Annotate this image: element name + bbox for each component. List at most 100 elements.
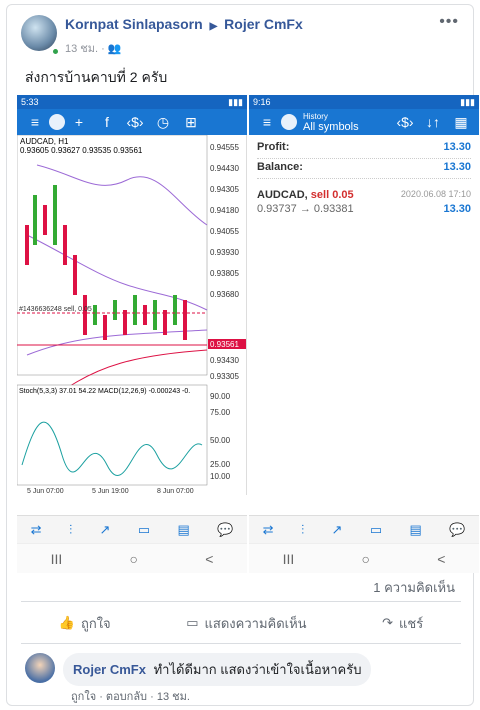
quotes-icon: ⇄: [30, 521, 42, 537]
history-icon: ▭: [137, 521, 151, 537]
trade-arrow-icon: ↗: [331, 521, 343, 537]
profit-row: Profit: 13.30: [257, 141, 471, 159]
like-label: ถูกใจ: [80, 615, 111, 631]
more-options-icon[interactable]: •••: [439, 13, 459, 31]
comment-like-link[interactable]: ถูกใจ: [71, 691, 96, 703]
recents-icon: III: [282, 550, 295, 567]
price-tick: 0.94555: [210, 143, 239, 152]
price-tick: 0.93805: [210, 269, 239, 278]
author-name[interactable]: Kornpat Sinlapasorn: [65, 16, 203, 32]
comment-button[interactable]: ▭ แสดงความคิดเห็น: [186, 613, 306, 634]
comment-bubble: Rojer CmFx ทำได้ดีมาก แสดงว่าเข้าใจเนื้อ…: [63, 653, 372, 686]
post-time[interactable]: 13 ชม. ·: [65, 43, 108, 55]
trade-arrow-icon: ↗: [99, 521, 111, 537]
price-chart: AUDCAD, H1 0.93605 0.93627 0.93535 0.935…: [16, 134, 247, 495]
sort-icon: ↓↑: [426, 114, 440, 130]
trade-item: AUDCAD, sell 0.05 2020.06.08 17:10 0.937…: [257, 189, 471, 215]
like-button[interactable]: 👍 ถูกใจ: [59, 613, 111, 634]
speech-bubble-icon: ▭: [186, 615, 199, 630]
share-arrow-icon: ↷: [382, 615, 394, 630]
bottom-navbar: ⇄ ⫶ ↗ ▭ ▤ 💬: [17, 515, 247, 543]
back-icon: <: [205, 550, 214, 567]
comment-links: ถูกใจ · ตอบกลับ · 13 ชม.: [71, 691, 190, 703]
share-button[interactable]: ↷ แชร์: [382, 613, 423, 634]
trade-prices: 0.93737 → 0.93381: [257, 203, 354, 215]
calendar-icon: ▦: [454, 113, 468, 130]
status-time: 9:16: [253, 97, 271, 107]
price-tick: 0.94055: [210, 227, 239, 236]
post-meta: 13 ชม. · 👥: [65, 39, 303, 57]
osc-tick: 90.00: [210, 392, 231, 401]
divider: [21, 643, 461, 644]
recents-icon: III: [50, 550, 63, 567]
comment: Rojer CmFx ทำได้ดีมาก แสดงว่าเข้าใจเนื้อ…: [25, 653, 372, 686]
author-avatar[interactable]: [21, 15, 57, 51]
post-header: Kornpat Sinlapasorn ▶ Rojer CmFx 13 ชม. …: [21, 15, 303, 57]
comment-count[interactable]: 1 ความคิดเห็น: [373, 577, 455, 598]
chart-toolbar: ≡ + f ‹$› ◷ ⊞: [17, 109, 247, 135]
trade-symbol: AUDCAD,: [257, 189, 308, 201]
home-icon: ○: [129, 550, 138, 567]
indicator-icon: f: [105, 114, 109, 130]
add-icon: ⊞: [185, 113, 197, 130]
arrow-right-icon: ▶: [209, 21, 218, 32]
history-toolbar: ≡ History All symbols ‹$› ↓↑ ▦: [249, 109, 479, 135]
chart-svg: AUDCAD, H1 0.93605 0.93627 0.93535 0.935…: [16, 134, 246, 495]
osc-tick: 50.00: [210, 436, 231, 445]
crosshair-icon: +: [74, 114, 84, 130]
oscillator-label: Stoch(5,3,3) 37.01 54.22 MACD(12,26,9) -…: [19, 388, 190, 395]
history-icon: ▭: [369, 521, 383, 537]
timeframe-icon: ◷: [156, 113, 170, 130]
profit-value: 13.30: [443, 141, 471, 153]
price-tick: 0.93930: [210, 248, 239, 257]
friends-icon: 👥: [107, 43, 122, 55]
profit-label: Profit:: [257, 141, 290, 153]
price-tick: 0.93680: [210, 290, 239, 299]
history-title: All symbols: [303, 121, 359, 133]
quotes-icon: ⇄: [262, 521, 274, 537]
trade-side: sell 0.05: [310, 189, 354, 201]
news-icon: ▤: [177, 521, 190, 537]
time-label: 5 Jun 19:00: [92, 488, 129, 495]
app-logo-icon: [49, 114, 65, 130]
post-card: Kornpat Sinlapasorn ▶ Rojer CmFx 13 ชม. …: [6, 4, 479, 706]
history-list: Profit: 13.30 Balance: 13.30 AUDCAD, sel…: [249, 135, 479, 221]
order-line-label: #1436636248 sell, 0.05: [19, 306, 92, 313]
online-indicator: [51, 47, 60, 56]
post-text: ส่งการบ้านคาบที่ 2 ครับ: [25, 69, 168, 85]
share-label: แชร์: [399, 615, 424, 631]
current-price-tag: 0.93561: [210, 340, 239, 349]
post-actions: 👍 ถูกใจ ▭ แสดงความคิดเห็น ↷ แชร์: [21, 608, 461, 638]
news-icon: ▤: [409, 521, 422, 537]
chat-icon: 💬: [449, 521, 466, 537]
comment-text: ทำได้ดีมาก แสดงว่าเข้าใจเนื้อหาครับ: [153, 662, 362, 677]
price-tick: 0.93430: [210, 356, 239, 365]
system-nav: III ○ <: [17, 543, 247, 573]
price-tick: 0.94305: [210, 185, 239, 194]
balance-row: Balance: 13.30: [257, 161, 471, 179]
system-nav: III ○ <: [249, 543, 479, 573]
post-author-line: Kornpat Sinlapasorn ▶ Rojer CmFx: [65, 15, 303, 36]
chat-icon: 💬: [217, 521, 234, 537]
commenter-avatar[interactable]: [25, 653, 55, 683]
divider: [21, 601, 461, 602]
comment-time[interactable]: 13 ชม.: [157, 691, 190, 703]
trade-date: 2020.06.08 17:10: [400, 189, 471, 199]
phone-chart-screenshot: 5:33 ▮▮▮ ≡ + f ‹$› ◷ ⊞ AUDCAD, H1 0.9360…: [16, 95, 247, 573]
chart-icon: ⫶: [300, 521, 305, 537]
comment-reply-link[interactable]: ตอบกลับ: [106, 691, 147, 703]
signal-icon: ▮▮▮: [460, 97, 475, 107]
chart-ohlc-label: 0.93605 0.93627 0.93535 0.93561: [20, 146, 143, 155]
price-tick: 0.94180: [210, 206, 239, 215]
home-icon: ○: [361, 550, 370, 567]
time-label: 8 Jun 07:00: [157, 488, 194, 495]
commenter-name[interactable]: Rojer CmFx: [73, 662, 146, 677]
post-image[interactable]: 5:33 ▮▮▮ ≡ + f ‹$› ◷ ⊞ AUDCAD, H1 0.9360…: [16, 95, 479, 573]
price-tick: 0.94430: [210, 164, 239, 173]
target-name[interactable]: Rojer CmFx: [224, 16, 303, 32]
back-icon: <: [437, 550, 446, 567]
trade-icon: ‹$›: [396, 114, 414, 130]
chart-symbol-label: AUDCAD, H1: [20, 137, 69, 146]
app-logo-icon: [281, 114, 297, 130]
status-bar: 9:16 ▮▮▮: [249, 95, 479, 109]
